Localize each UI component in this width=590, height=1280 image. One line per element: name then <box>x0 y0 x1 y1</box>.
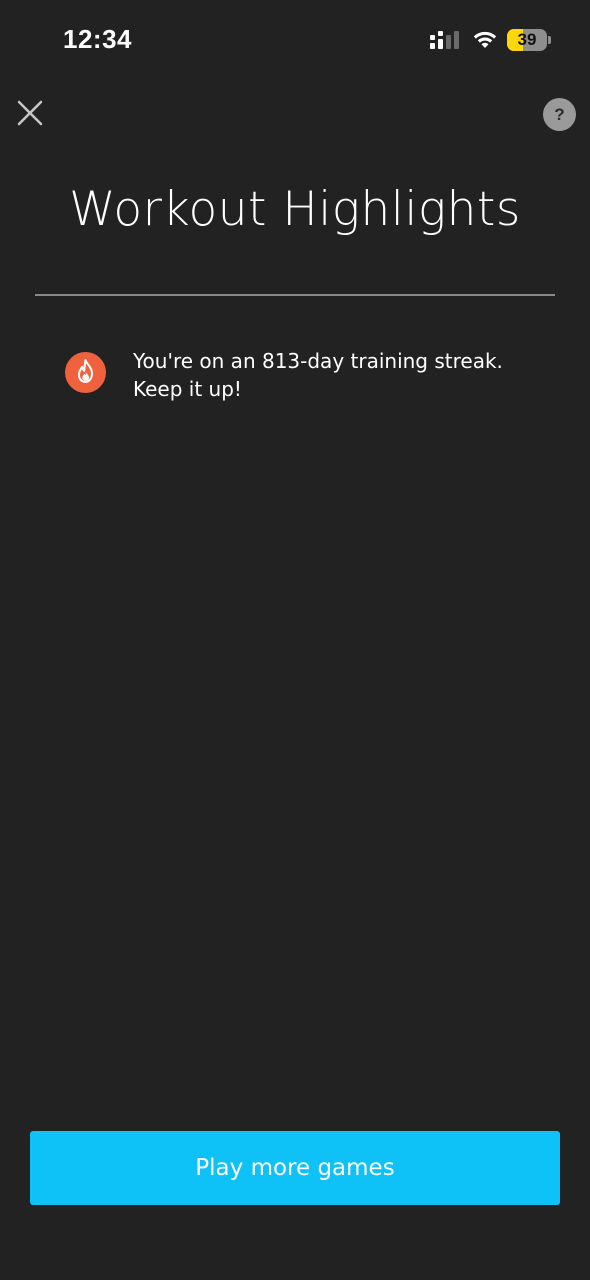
close-icon <box>17 100 43 126</box>
status-time: 12:34 <box>63 24 132 54</box>
wifi-icon <box>473 31 497 48</box>
battery-level: 39 <box>517 30 537 49</box>
battery-nub <box>548 36 551 44</box>
help-button[interactable]: ? <box>543 98 576 131</box>
title-divider <box>35 294 555 296</box>
workout-highlights-screen: 12:34 39 ? Workout Highlights You're on … <box>0 0 590 1280</box>
streak-flame-badge <box>65 352 106 393</box>
streak-message-line1: You're on an 813-day training streak. <box>133 349 503 373</box>
close-button[interactable] <box>12 95 48 131</box>
streak-message-line2: Keep it up! <box>133 377 242 401</box>
battery-body: 39 <box>507 29 547 51</box>
signal-icon <box>430 31 459 49</box>
flame-icon <box>77 359 94 383</box>
play-more-games-button[interactable]: Play more games <box>30 1131 560 1205</box>
streak-message: You're on an 813-day training streak. Ke… <box>133 347 533 403</box>
battery-icon: 39 <box>507 29 551 51</box>
page-title: Workout Highlights <box>69 182 521 237</box>
